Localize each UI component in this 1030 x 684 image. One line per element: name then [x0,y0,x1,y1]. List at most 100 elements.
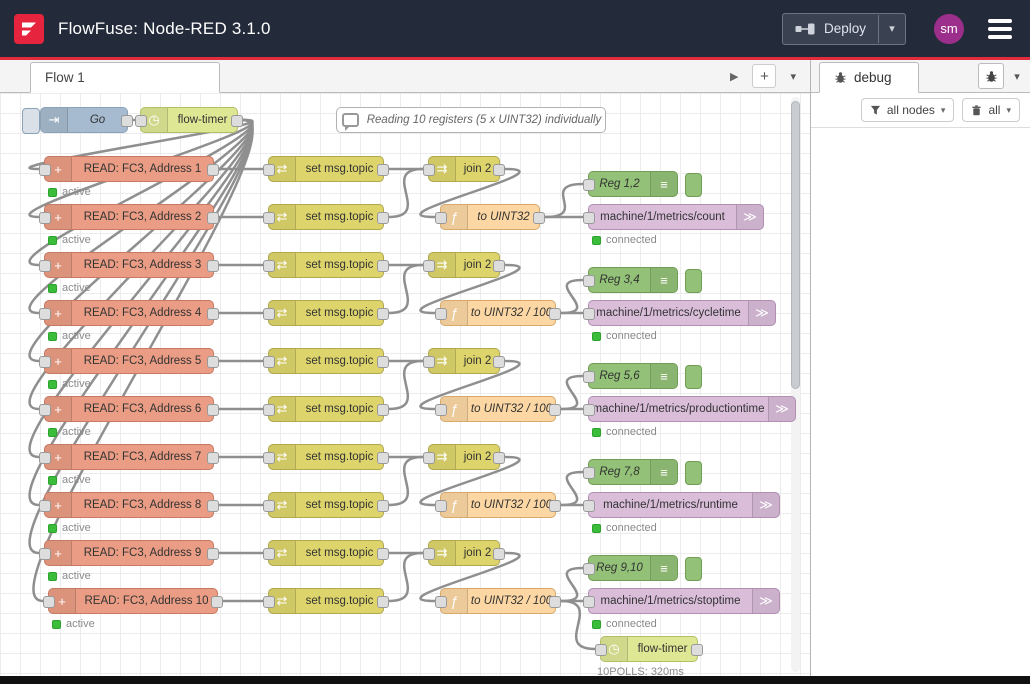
timer-node[interactable]: ◷flow-timer [140,107,238,133]
output-port[interactable] [493,548,505,560]
output-port[interactable] [533,212,545,224]
timer-node[interactable]: ◷flow-timer10POLLS: 320ms [600,636,698,662]
read-node[interactable]: +READ: FC3, Address 3active [44,252,214,278]
input-port[interactable] [583,179,595,191]
wire[interactable] [389,169,423,217]
input-port[interactable] [39,308,51,320]
output-port[interactable] [377,404,389,416]
read-node[interactable]: +READ: FC3, Address 7active [44,444,214,470]
mqtt-node[interactable]: machine/1/metrics/runtime≫connected [588,492,780,518]
canvas-scrollbar-thumb[interactable] [791,101,800,389]
output-port[interactable] [549,596,561,608]
input-port[interactable] [435,404,447,416]
wire[interactable] [389,361,423,409]
function-node[interactable]: ƒto UINT32 / 100 [440,492,556,518]
input-port[interactable] [435,212,447,224]
input-port[interactable] [263,500,275,512]
wire[interactable] [389,457,423,505]
change-node[interactable]: ⇄set msg.topic [268,204,384,230]
read-node[interactable]: +READ: FC3, Address 2active [44,204,214,230]
mqtt-node[interactable]: machine/1/metrics/cycletime≫connected [588,300,776,326]
join-node[interactable]: ⇉join 2 [428,252,500,278]
join-node[interactable]: ⇉join 2 [428,444,500,470]
input-port[interactable] [435,308,447,320]
output-port[interactable] [207,452,219,464]
input-port[interactable] [583,596,595,608]
input-port[interactable] [423,548,435,560]
input-port[interactable] [263,452,275,464]
input-port[interactable] [263,548,275,560]
wire[interactable] [561,376,583,409]
flow-canvas[interactable]: ⇥Go ◷flow-timer Reading 10 registers (5 x … [0,93,810,676]
debug-toggle-button[interactable] [685,461,702,485]
mqtt-node[interactable]: machine/1/metrics/stoptime≫connected [588,588,780,614]
debug-toggle-button[interactable] [685,173,702,197]
function-node[interactable]: ƒto UINT32 / 100 [440,300,556,326]
output-port[interactable] [207,308,219,320]
output-port[interactable] [207,356,219,368]
input-port[interactable] [263,212,275,224]
sidebar-caret-icon[interactable]: ▾ [1010,70,1024,83]
input-port[interactable] [39,452,51,464]
output-port[interactable] [377,308,389,320]
wire[interactable] [389,265,423,313]
input-port[interactable] [423,260,435,272]
output-port[interactable] [493,164,505,176]
output-port[interactable] [691,644,703,656]
debug-toggle-button[interactable] [685,269,702,293]
debug-toggle-button[interactable] [685,557,702,581]
tab-debug[interactable]: debug [819,62,919,93]
function-node[interactable]: ƒto UINT32 / 100 [440,396,556,422]
wire[interactable] [545,184,583,217]
tab-scroll-right-icon[interactable]: ▶ [730,70,738,83]
input-port[interactable] [263,596,275,608]
change-node[interactable]: ⇄set msg.topic [268,300,384,326]
input-port[interactable] [39,260,51,272]
output-port[interactable] [207,260,219,272]
debug-node[interactable]: Reg 1,2≡ [588,171,678,197]
comment-node[interactable]: Reading 10 registers (5 x UINT32) indivi… [336,107,606,133]
function-node[interactable]: ƒto UINT32 [440,204,540,230]
read-node[interactable]: +READ: FC3, Address 10active [48,588,218,614]
inject-button[interactable] [22,108,40,134]
read-node[interactable]: +READ: FC3, Address 6active [44,396,214,422]
read-node[interactable]: +READ: FC3, Address 9active [44,540,214,566]
wire[interactable] [561,280,583,313]
read-node[interactable]: +READ: FC3, Address 8active [44,492,214,518]
flow-list-caret-icon[interactable]: ▾ [790,70,796,83]
input-port[interactable] [43,596,55,608]
output-port[interactable] [377,548,389,560]
wire[interactable] [561,568,583,601]
output-port[interactable] [549,500,561,512]
output-port[interactable] [377,596,389,608]
output-port[interactable] [207,404,219,416]
output-port[interactable] [207,212,219,224]
input-port[interactable] [423,452,435,464]
input-port[interactable] [583,467,595,479]
change-node[interactable]: ⇄set msg.topic [268,540,384,566]
clear-messages-dropdown[interactable]: all ▾ [962,98,1020,122]
input-port[interactable] [423,164,435,176]
join-node[interactable]: ⇉join 2 [428,348,500,374]
output-port[interactable] [207,164,219,176]
output-port[interactable] [493,452,505,464]
change-node[interactable]: ⇄set msg.topic [268,396,384,422]
change-node[interactable]: ⇄set msg.topic [268,156,384,182]
wire[interactable] [389,553,423,601]
change-node[interactable]: ⇄set msg.topic [268,492,384,518]
output-port[interactable] [549,308,561,320]
input-port[interactable] [583,500,595,512]
debug-toggle-button[interactable] [685,365,702,389]
output-port[interactable] [121,115,133,127]
read-node[interactable]: +READ: FC3, Address 4active [44,300,214,326]
flowfuse-logo[interactable] [14,14,44,44]
debug-node[interactable]: Reg 5,6≡ [588,363,678,389]
inject-node[interactable]: ⇥Go [40,107,128,133]
input-port[interactable] [583,308,595,320]
join-node[interactable]: ⇉join 2 [428,540,500,566]
input-port[interactable] [263,260,275,272]
mqtt-node[interactable]: machine/1/metrics/count≫connected [588,204,764,230]
change-node[interactable]: ⇄set msg.topic [268,444,384,470]
input-port[interactable] [39,404,51,416]
output-port[interactable] [377,452,389,464]
